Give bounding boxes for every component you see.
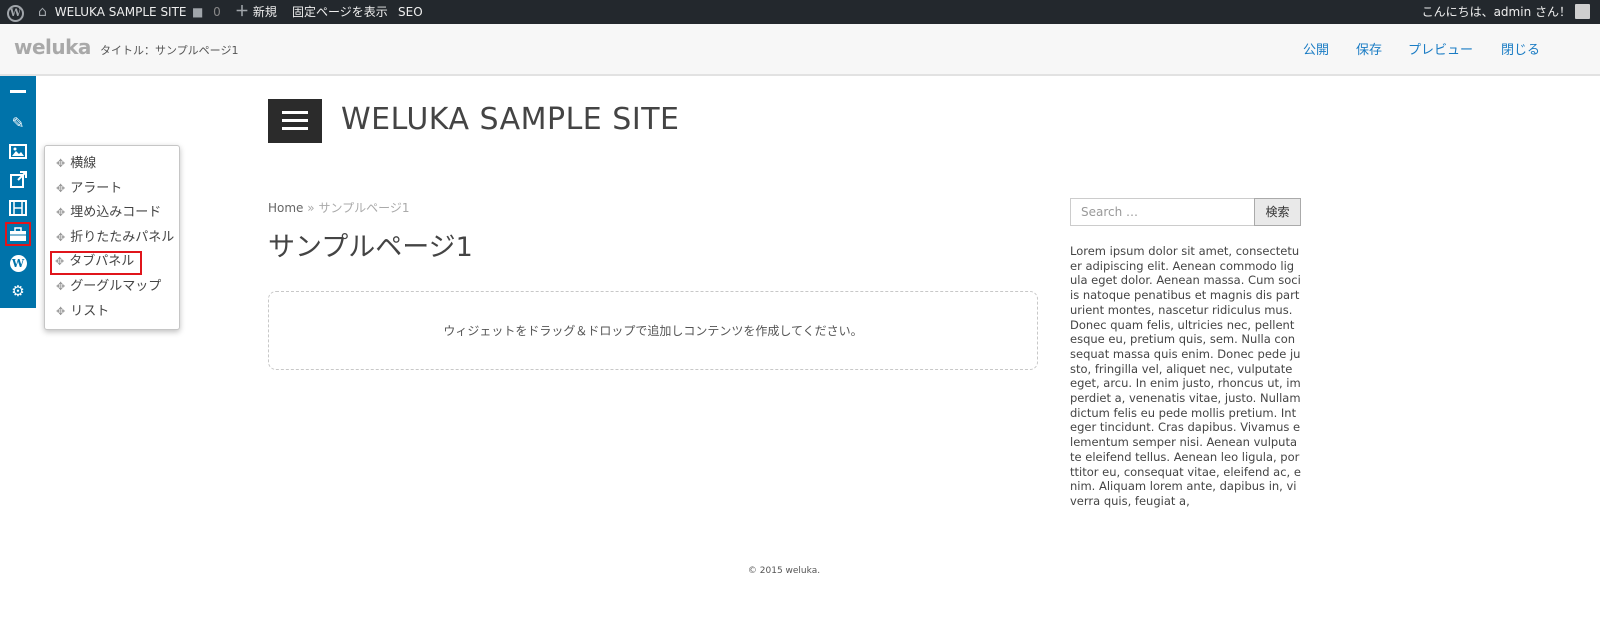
comments-menu[interactable]: ■ 0 [192, 0, 221, 24]
admin-bar: W ⌂ WELUKA SAMPLE SITE ■ 0 ＋ 新規 固定ページを表示… [0, 0, 1600, 24]
new-label: 新規 [252, 5, 277, 19]
seo-menu[interactable]: SEO [398, 0, 423, 24]
site-name: WELUKA SAMPLE SITE [54, 5, 187, 19]
new-content-menu[interactable]: ＋ 新規 [235, 0, 277, 24]
breadcrumb-current: サンプルページ1 [318, 201, 410, 215]
menu-item-google-map[interactable]: ✥ グーグルマップ [53, 277, 161, 297]
publish-button[interactable]: 公開 [1303, 39, 1329, 58]
menu-item-tab-panel[interactable]: ✥ タブパネル [50, 251, 143, 275]
search-button[interactable]: 検索 [1254, 198, 1301, 226]
page-title: サンプルページ1 [268, 232, 473, 263]
plus-icon: ＋ [235, 4, 249, 20]
hamburger-icon[interactable] [268, 99, 322, 143]
view-page-link[interactable]: 固定ページを表示 [292, 0, 388, 24]
move-icon: ✥ [56, 280, 66, 293]
move-icon: ✥ [56, 206, 66, 219]
avatar[interactable] [1575, 4, 1590, 19]
account-greeting[interactable]: こんにちは、admin さん！ [1422, 0, 1571, 24]
search-input[interactable]: Search … [1070, 198, 1255, 226]
move-icon: ✥ [56, 231, 66, 244]
footer-copyright: © 2015 weluka. [747, 566, 821, 576]
sidebar-text-widget: Lorem ipsum dolor sit amet, consectetuer… [1070, 244, 1301, 508]
widget-toolbar: ✎ W ⚙ [0, 76, 36, 308]
move-icon: ✥ [56, 182, 66, 195]
breadcrumb: Home » サンプルページ1 [268, 199, 409, 216]
drop-zone-hint: ウィジェットをドラッグ＆ドロップで追加しコンテンツを作成してください。 [443, 324, 863, 338]
image-icon[interactable] [6, 140, 30, 162]
home-icon: ⌂ [38, 4, 47, 20]
menu-item-list[interactable]: ✥ リスト [53, 302, 109, 322]
widget-drop-zone[interactable]: ウィジェットをドラッグ＆ドロップで追加しコンテンツを作成してください。 [268, 291, 1038, 370]
wordpress-icon[interactable]: W [7, 0, 24, 24]
external-link-icon[interactable] [6, 168, 30, 190]
move-icon: ✥ [56, 157, 66, 170]
gear-icon[interactable]: ⚙ [6, 280, 30, 302]
brand-logo: weluka [14, 35, 91, 59]
breadcrumb-separator: » [307, 201, 315, 215]
menu-item-horizontal-rule[interactable]: ✥ 横線 [53, 154, 96, 174]
comments-count: 0 [213, 5, 221, 19]
save-button[interactable]: 保存 [1356, 39, 1382, 58]
menu-item-collapse-panel[interactable]: ✥ 折りたたみパネル [53, 228, 174, 248]
film-icon[interactable] [6, 197, 30, 219]
widget-popup-menu: ✥ 横線 ✥ アラート ✥ 埋め込みコード ✥ 折りたたみパネル ✥ タブパネル ✥ グーグ… [44, 145, 180, 330]
close-button[interactable]: 閉じる [1501, 39, 1540, 58]
menu-item-embed-code[interactable]: ✥ 埋め込みコード [53, 203, 161, 223]
move-icon: ✥ [56, 305, 66, 318]
breadcrumb-home[interactable]: Home [268, 201, 303, 215]
pencil-icon[interactable]: ✎ [6, 112, 30, 134]
site-title[interactable]: WELUKA SAMPLE SITE [341, 102, 679, 137]
document-title: タイトル：サンプルページ1 [100, 44, 239, 57]
briefcase-icon[interactable] [5, 222, 31, 246]
wordpress-icon[interactable]: W [6, 252, 30, 274]
preview-button[interactable]: プレビュー [1408, 39, 1473, 58]
comment-icon: ■ [192, 5, 204, 19]
editor-toolbar: weluka タイトル：サンプルページ1 公開 保存 プレビュー 閉じる [0, 24, 1600, 76]
horizontal-rule-icon[interactable] [6, 80, 30, 102]
move-icon: ✥ [55, 255, 65, 268]
site-menu[interactable]: ⌂ WELUKA SAMPLE SITE [38, 0, 187, 24]
menu-item-alert[interactable]: ✥ アラート [53, 179, 122, 199]
